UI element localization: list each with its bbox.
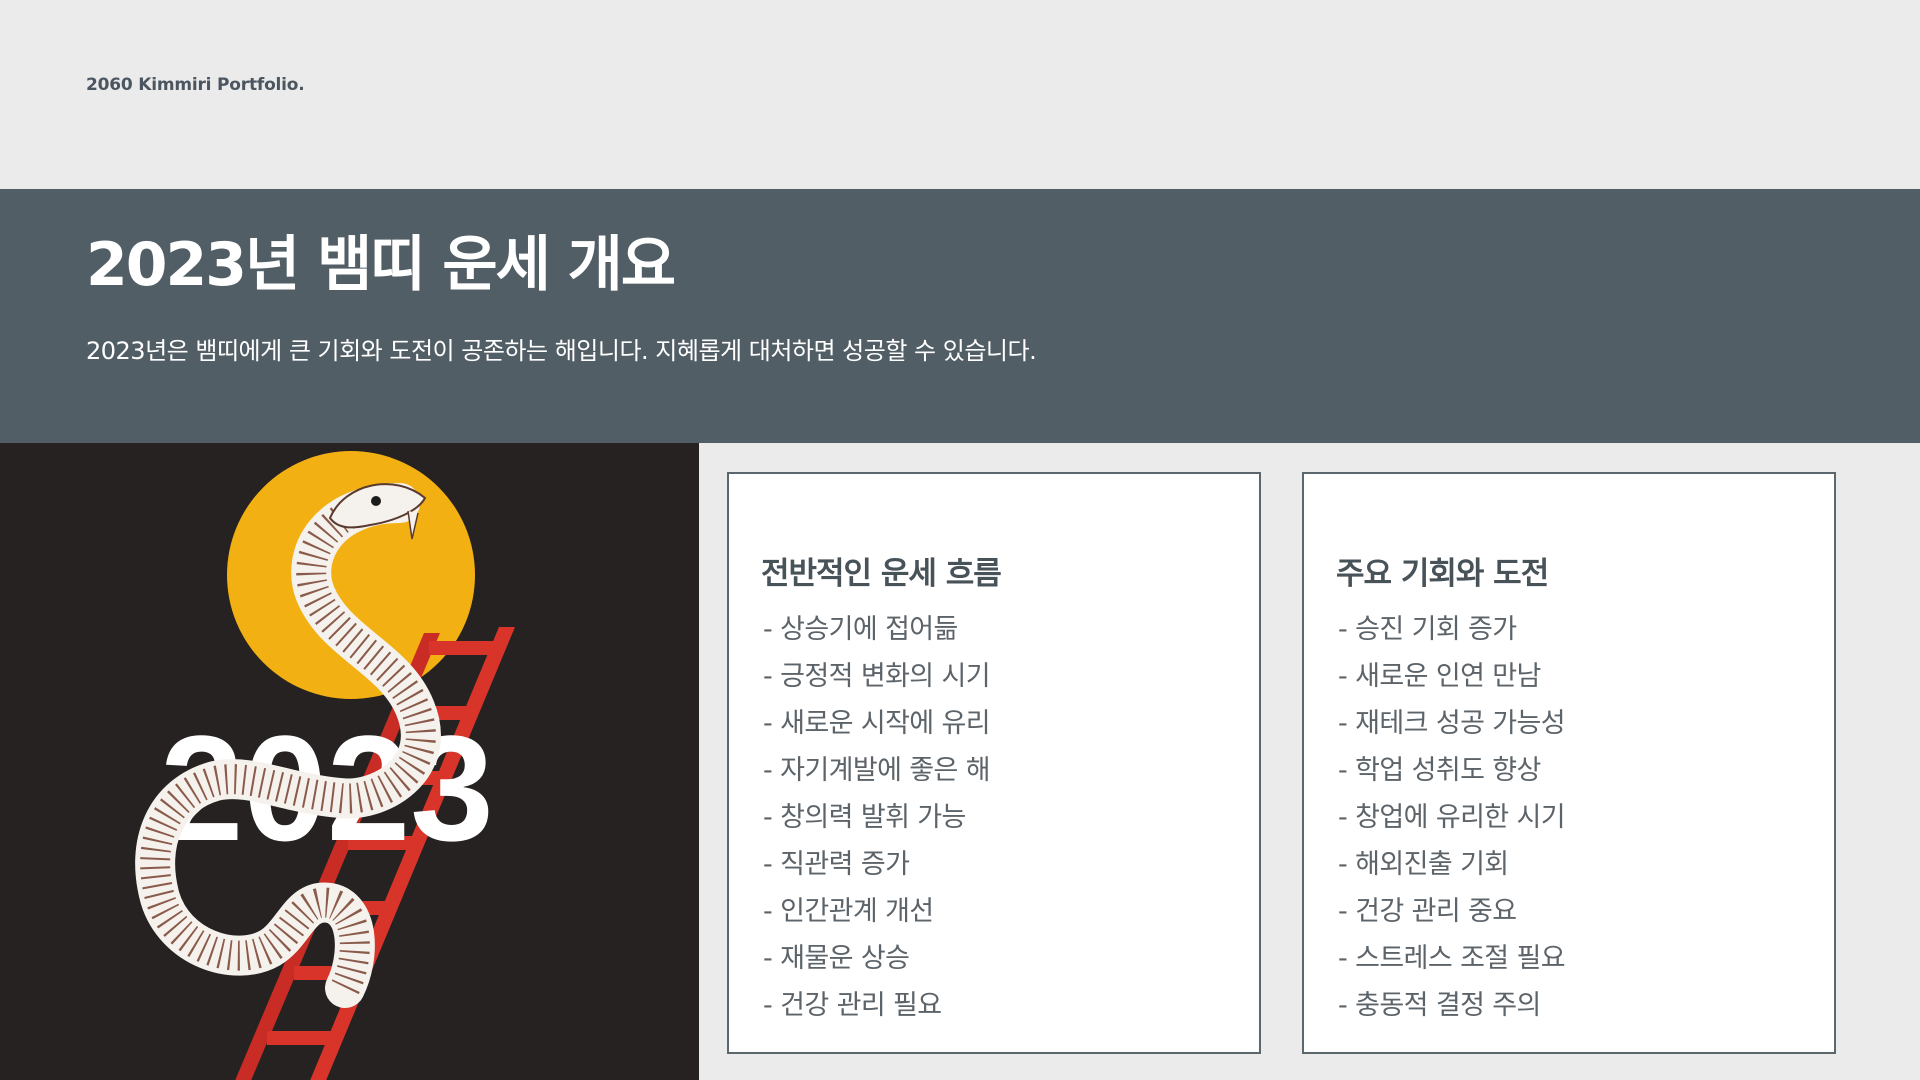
list-item: - 재물운 상승 (763, 943, 910, 974)
list-item: - 직관력 증가 (763, 849, 910, 880)
list-item: - 건강 관리 중요 (1338, 896, 1517, 927)
list-item: - 창의력 발휘 가능 (763, 802, 966, 833)
list-item: - 해외진출 기회 (1338, 849, 1509, 880)
fortune-list: - 상승기에 접어듦 - 긍정적 변화의 시기 - 새로운 시작에 유리 - 자… (763, 606, 991, 1029)
brand-label: 2060 Kimmiri Portfolio. (86, 75, 305, 95)
list-item: - 스트레스 조절 필요 (1338, 943, 1566, 974)
slide: 2060 Kimmiri Portfolio. 2023년 뱀띠 운세 개요 2… (0, 0, 1920, 1080)
list-item: - 새로운 인연 만남 (1338, 661, 1541, 692)
illustration-svg: 2023 (135, 451, 515, 1080)
list-item: - 충동적 결정 주의 (1338, 990, 1541, 1021)
list-item: - 자기계발에 좋은 해 (763, 755, 991, 786)
page-title: 2023년 뱀띠 운세 개요 (86, 230, 676, 300)
list-item: - 창업에 유리한 시기 (1338, 802, 1566, 833)
list-item: - 학업 성취도 향상 (1338, 755, 1541, 786)
list-item: - 건강 관리 필요 (763, 990, 942, 1021)
page-subtitle: 2023년은 뱀띠에게 큰 기회와 도전이 공존하는 해입니다. 지혜롭게 대처… (86, 337, 1037, 365)
list-item: - 새로운 시작에 유리 (763, 708, 991, 739)
card-title: 전반적인 운세 흐름 (761, 556, 1002, 592)
list-item: - 상승기에 접어듦 (763, 614, 958, 645)
opportunity-list: - 승진 기회 증가 - 새로운 인연 만남 - 재테크 성공 가능성 - 학업… (1338, 606, 1566, 1029)
list-item: - 긍정적 변화의 시기 (763, 661, 991, 692)
hero-banner: 2023년 뱀띠 운세 개요 2023년은 뱀띠에게 큰 기회와 도전이 공존하… (0, 189, 1920, 443)
list-item: - 재테크 성공 가능성 (1338, 708, 1566, 739)
list-item: - 인간관계 개선 (763, 896, 934, 927)
card-opportunities-challenges: 주요 기회와 도전 - 승진 기회 증가 - 새로운 인연 만남 - 재테크 성… (1302, 472, 1836, 1054)
list-item: - 승진 기회 증가 (1338, 614, 1517, 645)
snake-ladder-illustration: 2023 (0, 443, 699, 1080)
card-title: 주요 기회와 도전 (1336, 556, 1549, 592)
card-overall-fortune: 전반적인 운세 흐름 - 상승기에 접어듦 - 긍정적 변화의 시기 - 새로운… (727, 472, 1261, 1054)
